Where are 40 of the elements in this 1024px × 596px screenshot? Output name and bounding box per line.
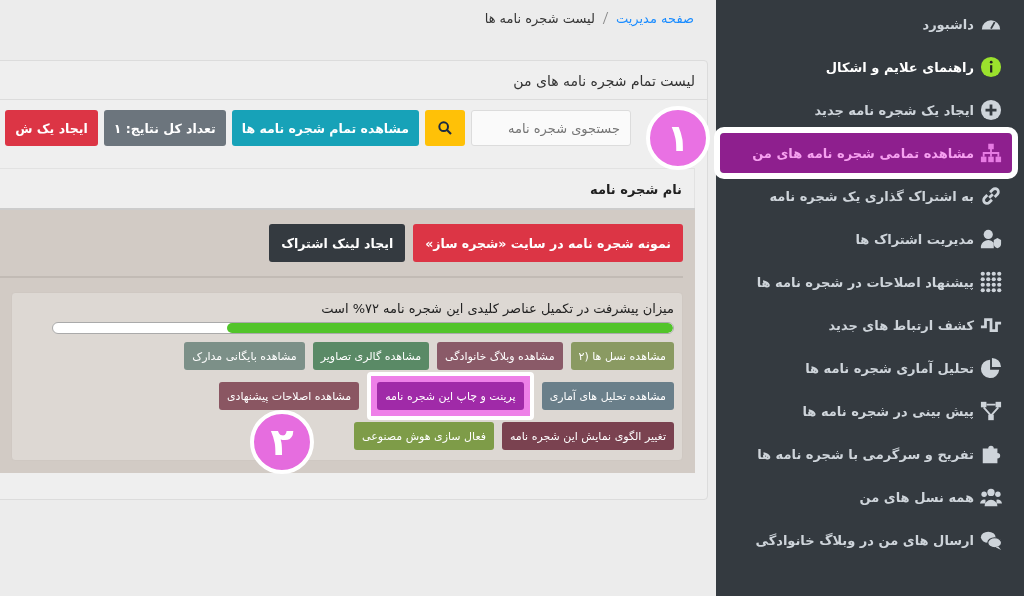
search-button[interactable]	[425, 110, 465, 146]
search-icon	[437, 120, 453, 136]
pie-chart-icon	[980, 357, 1002, 379]
option-button[interactable]: مشاهده گالری تصاویر	[312, 342, 430, 370]
user-shield-icon	[980, 228, 1002, 250]
sidebar-item[interactable]: کشف ارتباط های جدید	[724, 305, 1004, 345]
option-button[interactable]: تغییر الگوی نمایش این شجره نامه	[501, 422, 674, 450]
plus-icon	[980, 99, 1002, 121]
puzzle-icon	[980, 443, 1002, 465]
option-button[interactable]: مشاهده اصلاحات پیشنهادی	[218, 382, 360, 410]
action-button[interactable]: ایجاد لینک اشتراک	[269, 224, 406, 262]
sidebar-item[interactable]: همه نسل های من	[724, 477, 1004, 517]
option-button[interactable]: مشاهده تحلیل های آماری	[541, 382, 674, 410]
nodes-icon	[980, 400, 1002, 422]
sidebar-item[interactable]: پیش بینی در شجره نامه ها	[724, 391, 1004, 431]
sitemap-icon	[980, 142, 1002, 164]
sidebar-item[interactable]: به اشتراک گذاری یک شجره نامه	[724, 176, 1004, 216]
search-field[interactable]: جستجوی شجره نامه	[471, 110, 631, 146]
sidebar-item[interactable]: تفریح و سرگرمی با شجره نامه ها	[724, 434, 1004, 474]
dots-grid-icon	[980, 271, 1002, 293]
toolbar-button[interactable]: ایجاد یک ش	[5, 110, 98, 146]
breadcrumb-current: لیست شجره نامه ها	[484, 10, 595, 26]
toolbar-button[interactable]: تعداد کل نتایج: ۱	[103, 110, 226, 146]
sidebar-item[interactable]: ایجاد یک شجره نامه جدید	[724, 90, 1004, 130]
sidebar-item[interactable]: ارسال های من در وبلاگ خانوادگی	[724, 520, 1004, 560]
comments-icon	[980, 529, 1002, 551]
option-button[interactable]: مشاهده وبلاگ خانوادگی	[437, 342, 563, 370]
option-button[interactable]: پرینت و چاپ این شجره نامه	[377, 382, 524, 410]
sidebar-item[interactable]: مدیریت اشتراک ها	[724, 219, 1004, 259]
progress-text: میزان پیشرفت در تکمیل عناصر کلیدی این شجره نامه ۷۲% است	[320, 301, 674, 316]
sidebar-item[interactable]: داشبورد	[724, 4, 1004, 44]
card-title: لیست تمام شجره نامه های من	[0, 61, 707, 100]
info-icon	[980, 56, 1002, 78]
column-header: نام شجره نامه	[590, 182, 682, 197]
users-icon	[980, 486, 1002, 508]
link-icon	[980, 185, 1002, 207]
action-button[interactable]: نمونه شجره نامه در سایت «شجره ساز»	[413, 224, 683, 262]
sidebar-item[interactable]: پیشنهاد اصلاحات در شجره نامه ها	[724, 262, 1004, 302]
sidebar-item[interactable]: راهنمای علایم و اشکال	[724, 47, 1004, 87]
sidebar-item[interactable]: تحلیل آماری شجره نامه ها	[724, 348, 1004, 388]
